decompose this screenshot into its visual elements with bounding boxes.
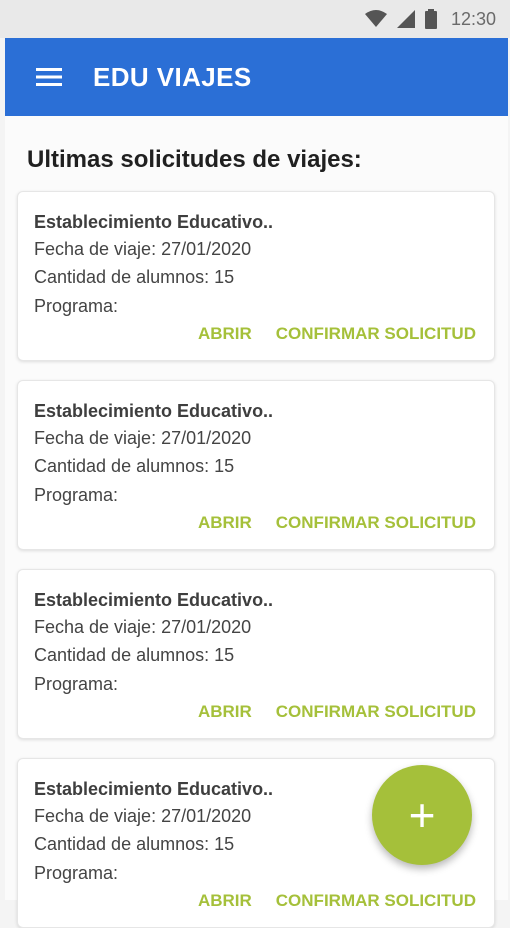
card-actions: ABRIR CONFIRMAR SOLICITUD xyxy=(198,324,476,344)
trip-date: Fecha de viaje: 27/01/2020 xyxy=(34,617,252,637)
school-name: Establecimiento Educativo.. xyxy=(34,590,274,610)
hamburger-menu-icon xyxy=(36,68,62,86)
trip-request-card: Establecimiento Educativo.. Fecha de via… xyxy=(17,191,495,361)
school-name: Establecimiento Educativo.. xyxy=(34,212,274,232)
battery-icon xyxy=(424,9,437,29)
card-actions: ABRIR CONFIRMAR SOLICITUD xyxy=(198,891,476,911)
trip-request-card: Establecimiento Educativo.. Fecha de via… xyxy=(17,380,495,550)
open-button[interactable]: ABRIR xyxy=(198,324,252,344)
menu-button[interactable] xyxy=(23,51,75,103)
student-count: Cantidad de alumnos: 15 xyxy=(34,834,235,854)
trip-date: Fecha de viaje: 27/01/2020 xyxy=(34,239,252,259)
confirm-request-button[interactable]: CONFIRMAR SOLICITUD xyxy=(276,513,476,533)
card-actions: ABRIR CONFIRMAR SOLICITUD xyxy=(198,513,476,533)
trip-request-card: Establecimiento Educativo.. Fecha de via… xyxy=(17,569,495,739)
school-name: Establecimiento Educativo.. xyxy=(34,779,274,799)
card-actions: ABRIR CONFIRMAR SOLICITUD xyxy=(198,702,476,722)
program-label: Programa: xyxy=(34,485,119,505)
school-name: Establecimiento Educativo.. xyxy=(34,401,274,421)
confirm-request-button[interactable]: CONFIRMAR SOLICITUD xyxy=(276,891,476,911)
trip-date: Fecha de viaje: 27/01/2020 xyxy=(34,806,252,826)
student-count: Cantidad de alumnos: 15 xyxy=(34,456,235,476)
wifi-icon xyxy=(364,10,387,28)
app-bar: EDU VIAJES xyxy=(5,38,508,116)
plus-icon: + xyxy=(408,789,436,841)
status-bar: 12:30 xyxy=(0,0,510,38)
status-clock: 12:30 xyxy=(450,8,496,29)
program-label: Programa: xyxy=(34,863,119,883)
section-title: Ultimas solicitudes de viajes: xyxy=(27,146,362,173)
open-button[interactable]: ABRIR xyxy=(198,513,252,533)
cell-signal-icon xyxy=(396,10,415,28)
open-button[interactable]: ABRIR xyxy=(198,891,252,911)
confirm-request-button[interactable]: CONFIRMAR SOLICITUD xyxy=(276,702,476,722)
trip-date: Fecha de viaje: 27/01/2020 xyxy=(34,428,252,448)
program-label: Programa: xyxy=(34,296,119,316)
confirm-request-button[interactable]: CONFIRMAR SOLICITUD xyxy=(276,324,476,344)
app-title: EDU VIAJES xyxy=(93,61,252,92)
student-count: Cantidad de alumnos: 15 xyxy=(34,267,235,287)
add-request-fab[interactable]: + xyxy=(372,765,472,865)
student-count: Cantidad de alumnos: 15 xyxy=(34,645,235,665)
program-label: Programa: xyxy=(34,674,119,694)
status-icons: 12:30 xyxy=(364,0,496,38)
open-button[interactable]: ABRIR xyxy=(198,702,252,722)
